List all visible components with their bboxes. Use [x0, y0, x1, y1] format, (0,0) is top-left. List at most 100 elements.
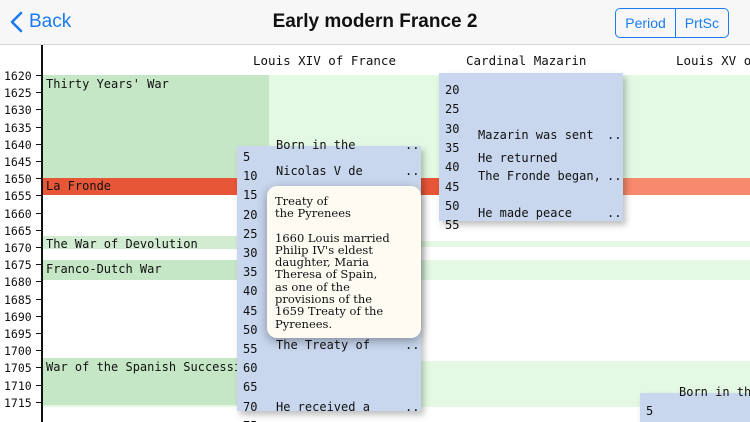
event-text[interactable]: Mazarin was sent: [478, 128, 594, 142]
tick-mark: [36, 195, 42, 197]
column-header-mazarin[interactable]: Cardinal Mazarin: [466, 53, 586, 68]
year-tick: 1655: [0, 187, 44, 204]
year-label: 1660: [4, 206, 32, 221]
tick-mark: [36, 401, 42, 403]
person-card-mazarin[interactable]: 20 25 30 35 40 45 50 55 Mazarin was sent .. He …: [439, 73, 623, 232]
tick-mark: [36, 212, 42, 214]
tick-mark: [36, 315, 42, 317]
war-franco-dutch[interactable]: Franco-Dutch War: [43, 260, 243, 280]
age-label: 45: [243, 303, 258, 318]
tick-mark: [36, 298, 42, 300]
age-label: 35: [243, 265, 258, 280]
event-text[interactable]: He returned: [478, 151, 557, 165]
year-tick: 1675: [0, 256, 44, 273]
year-label: 1715: [4, 395, 32, 410]
event-text[interactable]: Born in the: [276, 138, 355, 152]
tick-mark: [36, 350, 42, 352]
tick-mark: [36, 143, 42, 145]
more-dots[interactable]: ..: [405, 400, 419, 414]
war-spanish-succession[interactable]: War of the Spanish Succession: [43, 358, 261, 405]
timeline-canvas[interactable]: Thirty Years' War La Fronde The War of D…: [0, 45, 750, 422]
year-tick: 1695: [0, 325, 44, 342]
age-label: 35: [445, 140, 460, 155]
age-label: 55: [445, 218, 460, 233]
age-label: 60: [243, 361, 258, 376]
event-text[interactable]: Nicolas V de: [276, 164, 363, 178]
tick-mark: [36, 109, 42, 111]
more-dots[interactable]: ..: [607, 128, 621, 142]
tick-mark: [36, 178, 42, 180]
tick-mark: [36, 264, 42, 266]
tick-mark: [36, 333, 42, 334]
year-label: 1690: [4, 309, 32, 324]
year-tick: 1640: [0, 136, 44, 153]
year-label: 1640: [4, 137, 32, 152]
war-thirty-years[interactable]: Thirty Years' War: [43, 75, 269, 178]
age-label: 20: [445, 83, 460, 97]
event-popup[interactable]: Treaty of the Pyrenees 1660 Louis marrie…: [267, 186, 421, 338]
nav-bar: Back Early modern France 2 Period PrtSc: [0, 0, 750, 45]
year-tick: 1645: [0, 153, 44, 170]
age-label: 45: [445, 179, 460, 194]
year-label: 1705: [4, 361, 32, 376]
year-tick: 1700: [0, 342, 44, 359]
age-label: 65: [243, 380, 258, 395]
year-label: 1630: [4, 103, 32, 118]
age-label: 10: [243, 169, 258, 184]
tick-mark: [36, 92, 42, 94]
mode-segmented-control: Period PrtSc: [615, 8, 729, 38]
period-button[interactable]: Period: [616, 9, 674, 37]
year-label: 1655: [4, 189, 32, 204]
tick-mark: [36, 384, 42, 386]
war-devolution[interactable]: The War of Devolution: [43, 236, 243, 251]
age-label: 15: [243, 188, 258, 203]
year-tick: 1710: [0, 377, 44, 394]
more-dots[interactable]: ..: [405, 338, 419, 352]
year-tick: 1665: [0, 222, 44, 239]
year-tick: 1680: [0, 273, 44, 290]
event-text[interactable]: The Fronde began,: [478, 169, 601, 183]
age-label: 30: [243, 246, 258, 260]
year-label: 1710: [4, 378, 32, 393]
year-label: 1670: [4, 241, 32, 255]
popup-title: Treaty of the Pyrenees: [275, 194, 351, 221]
event-text[interactable]: He received a: [276, 400, 370, 414]
age-label: 40: [445, 160, 460, 175]
age-label: 70: [243, 399, 258, 414]
more-dots[interactable]: ..: [607, 169, 621, 183]
year-tick: 1630: [0, 101, 44, 118]
age-label: 55: [243, 342, 258, 356]
age-label: 30: [445, 121, 460, 136]
year-label: 1650: [4, 172, 32, 187]
column-header-louis-xiv[interactable]: Louis XIV of France: [253, 53, 396, 68]
column-header-louis-xv[interactable]: Louis XV o: [676, 53, 750, 68]
tick-mark: [36, 229, 42, 231]
age-label: 5: [243, 150, 251, 164]
more-dots[interactable]: ..: [405, 138, 419, 152]
year-tick: 1715: [0, 394, 44, 411]
tick-mark: [36, 247, 42, 248]
prtsc-button[interactable]: PrtSc: [674, 9, 728, 37]
tick-mark: [36, 161, 42, 162]
year-label: 1695: [4, 327, 32, 341]
year-tick: 1650: [0, 170, 44, 187]
year-label: 1685: [4, 292, 32, 307]
year-tick: 1660: [0, 205, 44, 222]
event-text[interactable]: The Treaty of: [276, 338, 370, 352]
event-text[interactable]: Born in th: [679, 385, 750, 399]
event-text[interactable]: He made peace: [478, 206, 572, 220]
year-tick: 1690: [0, 308, 44, 325]
tick-mark: [36, 75, 42, 76]
year-tick: 1620: [0, 67, 44, 84]
tick-mark: [36, 126, 42, 128]
age-label: 40: [243, 284, 258, 299]
more-dots[interactable]: ..: [405, 164, 419, 178]
year-label: 1620: [4, 69, 32, 83]
popup-body: 1660 Louis married Philip IV's eldest da…: [275, 230, 390, 331]
more-dots[interactable]: ..: [607, 206, 621, 220]
age-label: 50: [445, 198, 460, 213]
year-label: 1700: [4, 344, 32, 359]
year-label: 1625: [4, 86, 32, 101]
year-tick: 1705: [0, 359, 44, 376]
year-tick: 1635: [0, 119, 44, 136]
